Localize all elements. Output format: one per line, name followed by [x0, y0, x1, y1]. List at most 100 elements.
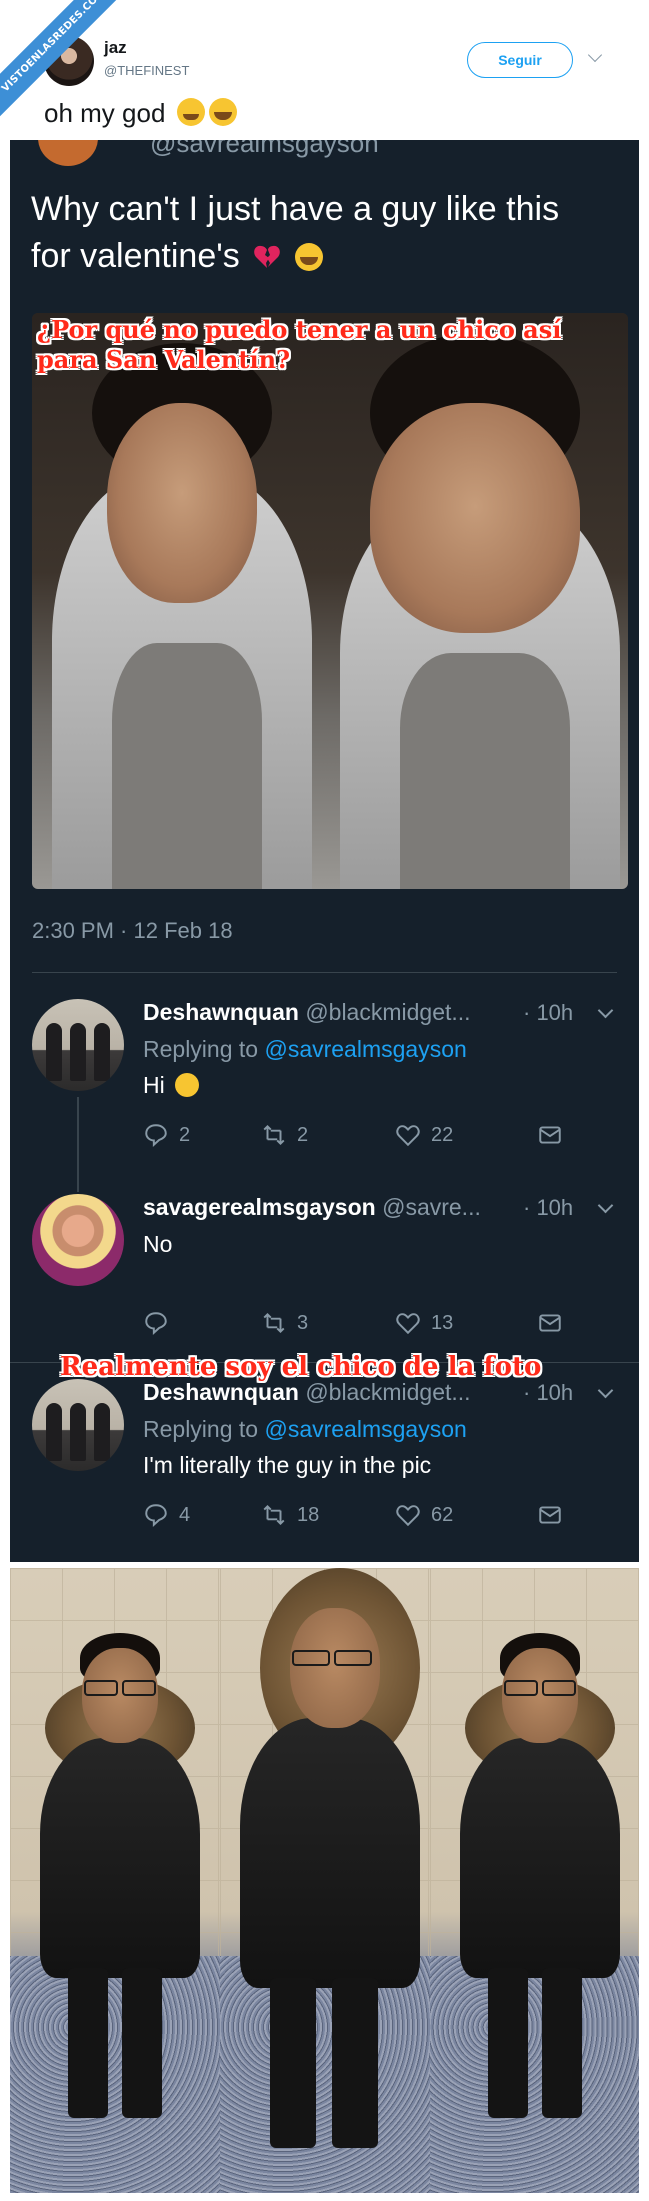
crying-face-icon	[176, 98, 205, 126]
pants	[332, 1978, 378, 2148]
reply-text: No	[143, 1231, 173, 1257]
pants	[68, 1968, 108, 2118]
avatar[interactable]	[32, 1194, 124, 1286]
action-bar: 3 13	[143, 1310, 573, 1340]
reply-tweet[interactable]: Deshawnquan @blackmidget... · 10h Replyi…	[10, 1365, 639, 1562]
avatar[interactable]	[32, 999, 124, 1091]
reply-count: 4	[179, 1503, 191, 1526]
heart-icon	[396, 1313, 420, 1335]
replying-to: Replying to @savrealmsgayson	[143, 1036, 467, 1063]
photo-panel	[220, 1568, 430, 2193]
chevron-down-icon[interactable]	[587, 47, 603, 63]
broken-heart-icon	[254, 245, 280, 268]
reply-author[interactable]: savagerealmsgayson @savre...	[143, 1194, 481, 1221]
reply-time[interactable]: · 10h	[523, 1380, 573, 1406]
reply-tweet[interactable]: savagerealmsgayson @savre... · 10h No 3 …	[10, 1180, 639, 1380]
quoted-tweet-text: Why can't I just have a guy like this fo…	[31, 186, 591, 280]
retweet-action[interactable]: 18	[261, 1502, 319, 1528]
heart-icon	[396, 1125, 420, 1147]
selfie-left	[32, 313, 330, 889]
chevron-down-icon[interactable]	[597, 1197, 614, 1214]
reply-text: Hi	[143, 1072, 200, 1099]
avatar	[38, 140, 98, 166]
replying-to: Replying to @savrealmsgayson	[143, 1416, 467, 1443]
timestamp[interactable]: 2:30 PM · 12 Feb 18	[32, 918, 233, 944]
tears-of-joy-icon	[294, 243, 323, 271]
reply-icon	[145, 1504, 167, 1527]
reply-count: 2	[179, 1123, 191, 1146]
retweet-action[interactable]: 2	[261, 1122, 308, 1148]
retweet-icon	[263, 1312, 285, 1334]
cutoff-handle: @savrealmsgayson	[150, 140, 379, 158]
selfie-photo[interactable]	[32, 313, 628, 889]
dm-action[interactable]	[537, 1310, 563, 1336]
retweet-action[interactable]: 3	[261, 1310, 308, 1336]
like-action[interactable]: 22	[395, 1122, 453, 1148]
glasses	[504, 1680, 538, 1696]
photo-panel	[10, 1568, 220, 2193]
author-name[interactable]: jaz	[104, 38, 127, 58]
reply-time[interactable]: · 10h	[523, 1000, 573, 1026]
retweet-icon	[263, 1124, 285, 1146]
reply-action[interactable]: 4	[143, 1502, 190, 1528]
reply-action[interactable]	[143, 1310, 179, 1336]
reply-icon	[145, 1124, 167, 1147]
divider	[32, 972, 617, 973]
reply-author-handle: @savre...	[382, 1194, 481, 1220]
replying-prefix: Replying to	[143, 1036, 259, 1062]
retweet-count: 18	[297, 1503, 320, 1526]
quoted-screenshot: @savrealmsgayson Why can't I just have a…	[10, 140, 639, 1562]
selfie-right	[330, 313, 628, 889]
follow-button[interactable]: Seguir	[467, 42, 573, 78]
reply-author-handle: @blackmidget...	[305, 1379, 471, 1405]
thread-line	[77, 1097, 79, 1192]
tweet-text-content: oh my god	[44, 98, 166, 128]
replying-prefix: Replying to	[143, 1416, 259, 1442]
chevron-down-icon[interactable]	[597, 1382, 614, 1399]
reply-author[interactable]: Deshawnquan @blackmidget...	[143, 1379, 471, 1406]
heart-icon	[396, 1505, 420, 1527]
reply-author-name: savagerealmsgayson	[143, 1194, 376, 1220]
glasses	[122, 1680, 156, 1696]
envelope-icon	[539, 1506, 561, 1524]
shirt	[112, 643, 262, 889]
like-count: 22	[431, 1123, 454, 1146]
chevron-down-icon[interactable]	[597, 1002, 614, 1019]
glasses	[542, 1680, 576, 1696]
triptych-photo[interactable]	[10, 1568, 639, 2193]
face	[370, 403, 580, 633]
reply-author-name: Deshawnquan	[143, 999, 299, 1025]
dm-action[interactable]	[537, 1122, 563, 1148]
reply-author[interactable]: Deshawnquan @blackmidget...	[143, 999, 471, 1026]
like-action[interactable]: 13	[395, 1310, 453, 1336]
reply-time[interactable]: · 10h	[523, 1195, 573, 1221]
shirt	[400, 653, 570, 889]
tweet-text: oh my god	[44, 98, 237, 129]
action-bar: 2 2 22	[143, 1122, 573, 1152]
reply-tweet[interactable]: Deshawnquan @blackmidget... · 10h Replyi…	[10, 985, 639, 1192]
face	[107, 403, 257, 603]
outer-tweet: jaz @THEFINEST Seguir oh my god	[0, 0, 649, 140]
like-count: 13	[431, 1311, 454, 1334]
reply-icon	[145, 1312, 167, 1335]
like-count: 62	[431, 1503, 454, 1526]
glasses	[334, 1650, 372, 1666]
like-action[interactable]: 62	[395, 1502, 453, 1528]
reply-action[interactable]: 2	[143, 1122, 190, 1148]
face	[290, 1608, 380, 1728]
smirk-face-icon	[175, 1073, 200, 1097]
tears-of-joy-icon	[208, 98, 237, 126]
replying-link[interactable]: @savrealmsgayson	[264, 1416, 466, 1442]
pants	[122, 1968, 162, 2118]
reply-text-content: Hi	[143, 1072, 165, 1098]
avatar[interactable]	[32, 1379, 124, 1471]
pants	[542, 1968, 582, 2118]
reply-author-handle: @blackmidget...	[305, 999, 471, 1025]
reply-text: I'm literally the guy in the pic	[143, 1452, 432, 1478]
caption-overlay: Realmente soy el chico de la foto	[60, 1352, 542, 1382]
pants	[488, 1968, 528, 2118]
author-handle[interactable]: @THEFINEST	[104, 63, 189, 78]
replying-link[interactable]: @savrealmsgayson	[264, 1036, 466, 1062]
retweet-icon	[263, 1504, 285, 1526]
dm-action[interactable]	[537, 1502, 563, 1528]
